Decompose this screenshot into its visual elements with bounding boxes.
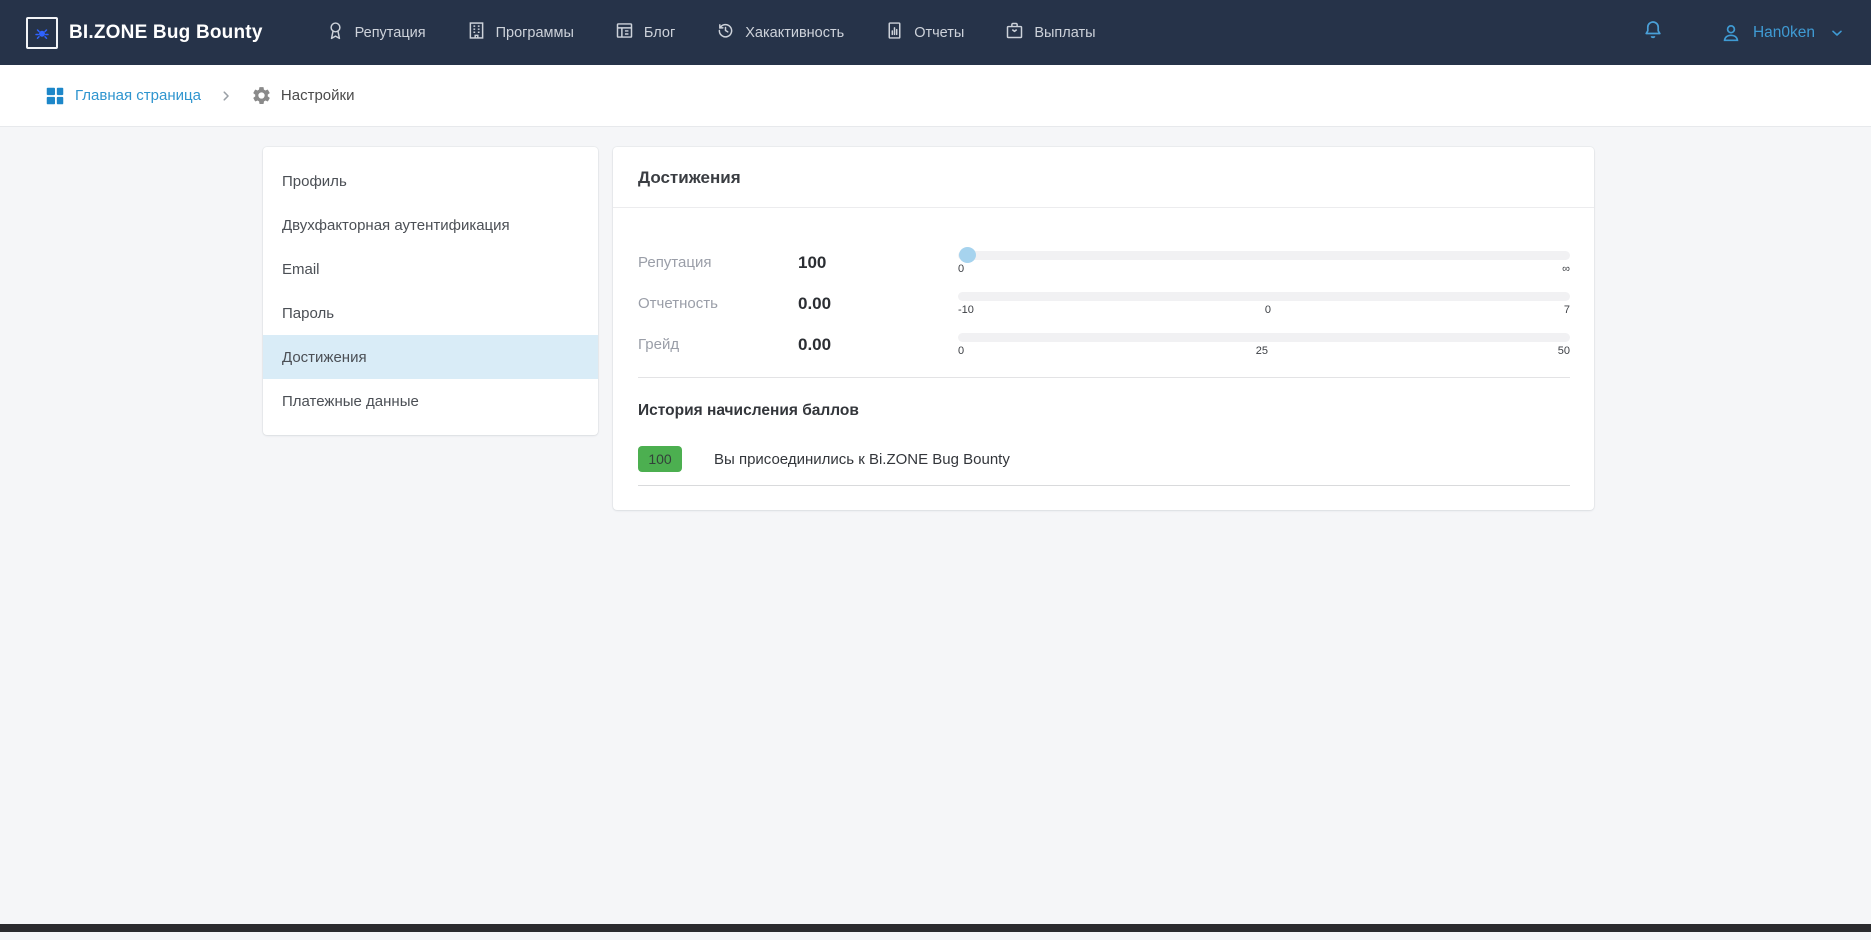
nav-item-reputation[interactable]: Репутация [325,20,426,45]
scale-min: -10 [958,304,974,316]
points-badge: 100 [638,446,682,472]
chevron-down-icon [1829,25,1845,41]
report-icon [884,20,905,45]
scale-mid [1260,263,1268,275]
metric-row-reporting: Отчетность 0.00 -10 0 7 [638,283,1570,324]
metric-value: 100 [798,253,958,273]
panel-title: Достижения [613,147,1594,208]
history-icon [715,20,736,45]
sidebar-item-label: Пароль [282,305,334,322]
user-menu[interactable]: Han0ken [1719,21,1845,45]
sidebar-item-email[interactable]: Email [263,247,598,291]
sidebar-item-label: Достижения [282,349,367,366]
metric-label: Грейд [638,336,798,353]
sidebar-item-achievements[interactable]: Достижения [263,335,598,379]
scale-min: 0 [958,263,966,275]
slider-scale: 0 25 50 [958,345,1570,357]
grade-slider: 0 25 50 [958,333,1570,357]
section-divider [638,377,1570,378]
breadcrumb-home-label: Главная страница [75,87,201,104]
newspaper-icon [614,20,635,45]
scale-min: 0 [958,345,966,357]
page-content: Профиль Двухфакторная аутентификация Ema… [0,127,1871,932]
username-label: Han0ken [1753,24,1815,42]
bell-icon [1641,18,1665,47]
bug-logo-icon[interactable] [26,17,58,49]
breadcrumb-home-link[interactable]: Главная страница [44,85,201,107]
settings-sidebar: Профиль Двухфакторная аутентификация Ema… [263,147,598,435]
metric-row-grade: Грейд 0.00 0 25 50 [638,324,1570,365]
sidebar-item-password[interactable]: Пароль [263,291,598,335]
sidebar-item-label: Платежные данные [282,393,419,410]
nav-item-hacktivity[interactable]: Хакактивность [715,20,844,45]
reputation-slider: 0 ∞ [958,251,1570,275]
breadcrumb-current-label: Настройки [281,87,355,104]
nav-item-label: Хакактивность [745,25,844,41]
chevron-right-icon [219,89,233,103]
scale-mid: 25 [1256,345,1268,357]
sidebar-item-profile[interactable]: Профиль [263,159,598,203]
slider-track [958,292,1570,301]
slider-scale: 0 ∞ [958,263,1570,275]
nav-item-reports[interactable]: Отчеты [884,20,964,45]
brand-title[interactable]: BI.ZONE Bug Bounty [69,22,263,44]
nav-item-payouts[interactable]: Выплаты [1004,20,1095,45]
medal-icon [325,20,346,45]
history-title: История начисления баллов [638,402,1569,420]
scale-max: 7 [1562,304,1570,316]
achievements-panel: Достижения Репутация 100 0 ∞ Отчетн [613,147,1594,510]
metrics-block: Репутация 100 0 ∞ Отчетность 0.00 [613,208,1594,365]
nav-item-label: Репутация [355,25,426,41]
notifications-button[interactable] [1641,18,1665,47]
top-navbar: BI.ZONE Bug Bounty Репутация Программы Б… [0,0,1871,65]
nav-item-label: Отчеты [914,25,964,41]
scale-mid: 0 [1264,304,1272,316]
nav-item-label: Выплаты [1034,25,1095,41]
nav-item-label: Блог [644,25,675,41]
sidebar-item-label: Двухфакторная аутентификация [282,217,510,234]
briefcase-icon [1004,20,1025,45]
scale-max: 50 [1558,345,1570,357]
sidebar-item-label: Профиль [282,173,347,190]
metric-row-reputation: Репутация 100 0 ∞ [638,242,1570,283]
building-icon [466,20,487,45]
slider-track [958,251,1570,260]
sidebar-item-payment-data[interactable]: Платежные данные [263,379,598,423]
history-entry: 100 Вы присоединились к Bi.ZONE Bug Boun… [638,446,1570,486]
history-entry-text: Вы присоединились к Bi.ZONE Bug Bounty [714,451,1010,468]
nav-item-blog[interactable]: Блог [614,20,675,45]
user-icon [1719,21,1743,45]
nav-item-label: Программы [496,25,574,41]
metric-label: Отчетность [638,295,798,312]
dashboard-icon [44,85,66,107]
metric-value: 0.00 [798,294,958,314]
slider-track [958,333,1570,342]
metric-value: 0.00 [798,335,958,355]
slider-scale: -10 0 7 [958,304,1570,316]
slider-knob [959,247,976,263]
footer-strip [0,924,1871,932]
sidebar-item-label: Email [282,261,320,278]
reporting-slider: -10 0 7 [958,292,1570,316]
breadcrumb: Главная страница Настройки [0,65,1871,127]
metric-label: Репутация [638,254,798,271]
scale-max: ∞ [1562,263,1570,275]
gear-icon [251,85,272,106]
sidebar-item-2fa[interactable]: Двухфакторная аутентификация [263,203,598,247]
breadcrumb-current: Настройки [251,85,355,106]
nav-item-programs[interactable]: Программы [466,20,574,45]
